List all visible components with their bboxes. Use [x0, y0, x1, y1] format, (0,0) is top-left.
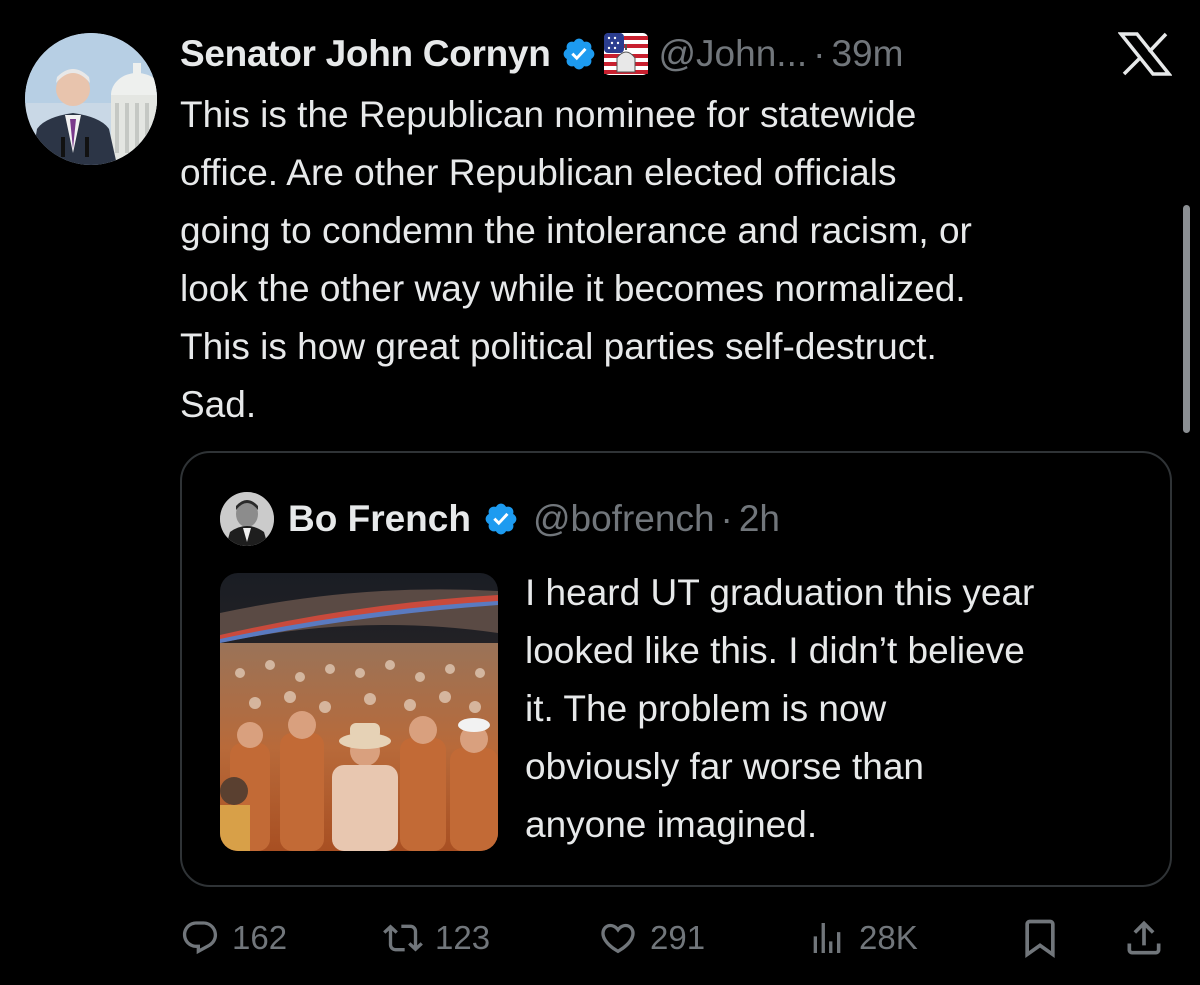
quoted-tweet-timestamp[interactable]: 2h [739, 498, 780, 540]
tweet-timestamp[interactable]: 39m [831, 33, 903, 75]
us-capitol-flag-badge-icon[interactable] [603, 32, 649, 76]
quoted-tweet-card[interactable]: Bo French @bofrench · 2h I heard UT grad… [180, 451, 1172, 887]
like-button[interactable]: 291 [598, 905, 705, 971]
quoted-header-separator: · [720, 498, 733, 539]
quoted-author-display-name[interactable]: Bo French [288, 498, 471, 540]
quoted-author-avatar[interactable] [220, 492, 274, 546]
reply-button[interactable]: 162 [180, 905, 287, 971]
repost-button[interactable]: 123 [383, 905, 490, 971]
share-icon [1122, 916, 1166, 960]
tweet-action-bar: 162 123 291 28K [180, 905, 1172, 971]
scrollbar-thumb[interactable] [1183, 205, 1190, 433]
quoted-author-handle[interactable]: @bofrench [533, 498, 715, 540]
reply-icon [180, 918, 220, 958]
like-count: 291 [650, 919, 706, 956]
views-count: 28K [859, 919, 918, 956]
verified-icon[interactable] [561, 36, 597, 72]
share-button[interactable] [1122, 905, 1166, 971]
bookmark-button[interactable] [1018, 905, 1062, 971]
tweet-header: Senator John Cornyn @John... · 39m [180, 28, 903, 80]
bookmark-icon [1018, 916, 1062, 960]
repost-icon [383, 918, 423, 958]
reply-count: 162 [232, 919, 288, 956]
tweet-text: This is the Republican nominee for state… [180, 94, 972, 425]
author-handle[interactable]: @John... [659, 33, 808, 75]
x-logo-icon[interactable] [1117, 32, 1173, 76]
like-icon [598, 918, 638, 958]
quoted-tweet-text: I heard UT graduation this year looked l… [525, 572, 1035, 845]
quoted-verified-icon[interactable] [483, 501, 519, 537]
repost-count: 123 [435, 919, 491, 956]
views-button[interactable]: 28K [807, 905, 918, 971]
views-icon [807, 918, 847, 958]
quoted-tweet-header: Bo French @bofrench · 2h [220, 489, 780, 549]
author-display-name[interactable]: Senator John Cornyn [180, 33, 551, 75]
stadium-crowd-photo[interactable] [220, 573, 498, 851]
author-avatar[interactable] [25, 33, 157, 165]
header-separator: · [813, 33, 826, 74]
